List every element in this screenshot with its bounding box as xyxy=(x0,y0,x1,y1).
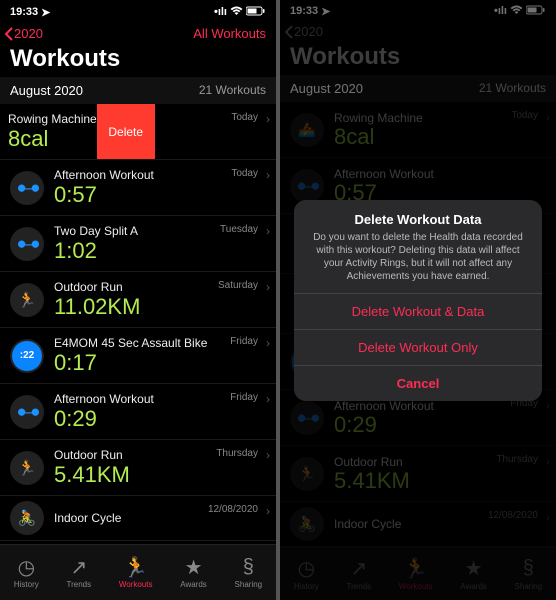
workout-name: Outdoor Run xyxy=(54,448,130,462)
workout-name: Rowing Machine xyxy=(8,112,97,126)
workout-item[interactable]: 🏃 Outdoor Run 11.02KM Saturday › xyxy=(0,272,276,328)
tab-workouts[interactable]: 🏃Workouts xyxy=(119,556,153,589)
workout-name: Indoor Cycle xyxy=(54,511,121,525)
dumbbell-icon: ●–● xyxy=(10,171,44,205)
chevron-right-icon: › xyxy=(266,224,270,238)
section-header: August 2020 21 Workouts xyxy=(0,77,276,104)
workout-item[interactable]: 🏃 Outdoor Run 5.41KM Thursday › xyxy=(0,440,276,496)
chevron-right-icon: › xyxy=(266,112,270,126)
page-title: Workouts xyxy=(10,45,266,73)
chevron-right-icon: › xyxy=(266,504,270,518)
battery-icon xyxy=(246,6,266,19)
phone-right: 19:33 ➤ •ılı 2020 Workouts August 2020 2… xyxy=(280,0,556,600)
run-icon: 🏃 xyxy=(10,283,44,317)
workout-name: Outdoor Run xyxy=(54,280,140,294)
delete-alert: Delete Workout Data Do you want to delet… xyxy=(294,200,542,401)
dumbbell-icon: ●–● xyxy=(10,395,44,429)
runner-icon: 🏃 xyxy=(123,556,148,578)
workout-day: Saturday xyxy=(218,280,258,291)
workout-item[interactable]: ●–● Two Day Split A 1:02 Tuesday › xyxy=(0,216,276,272)
back-button[interactable]: 2020 xyxy=(4,26,43,41)
chevron-left-icon xyxy=(4,27,14,41)
workout-name: Afternoon Workout xyxy=(54,168,154,182)
tab-trends[interactable]: ↗Trends xyxy=(67,556,92,589)
workout-metric: 8cal xyxy=(8,127,97,151)
back-label: 2020 xyxy=(14,26,43,41)
workout-name: E4MOM 45 Sec Assault Bike xyxy=(54,336,207,350)
workout-day: Thursday xyxy=(216,448,258,459)
phone-left: 19:33 ➤ •ılı 2020 All Workouts Workouts … xyxy=(0,0,276,600)
all-workouts-link[interactable]: All Workouts xyxy=(193,26,266,41)
workout-metric: 0:29 xyxy=(54,407,154,431)
chevron-right-icon: › xyxy=(266,336,270,350)
trends-icon: ↗ xyxy=(70,556,87,578)
alert-message: Do you want to delete the Health data re… xyxy=(294,229,542,293)
signal-icon: •ılı xyxy=(214,6,227,18)
chevron-right-icon: › xyxy=(266,392,270,406)
workout-item[interactable]: :22 E4MOM 45 Sec Assault Bike 0:17 Frida… xyxy=(0,328,276,384)
delete-workout-and-data-button[interactable]: Delete Workout & Data xyxy=(294,293,542,329)
workout-name: Afternoon Workout xyxy=(54,392,154,406)
workout-item[interactable]: ●–● Afternoon Workout 0:57 Today › xyxy=(0,160,276,216)
nav-bar: 2020 All Workouts xyxy=(0,24,276,43)
tab-sharing[interactable]: §Sharing xyxy=(235,556,263,589)
workout-item[interactable]: 🚴 Indoor Cycle 12/08/2020 › xyxy=(0,496,276,541)
workout-metric: 11.02KM xyxy=(54,295,140,319)
status-bar: 19:33 ➤ •ılı xyxy=(0,0,276,24)
wifi-icon xyxy=(230,6,243,19)
workout-metric: 0:57 xyxy=(54,183,154,207)
status-time: 19:33 xyxy=(10,6,38,18)
workout-day: Friday xyxy=(230,392,258,403)
star-icon: ★ xyxy=(185,556,203,578)
cycle-icon: 🚴 xyxy=(10,501,44,535)
delete-workout-only-button[interactable]: Delete Workout Only xyxy=(294,329,542,365)
location-icon: ➤ xyxy=(41,6,50,19)
workout-metric: 5.41KM xyxy=(54,463,130,487)
clock-icon: ◷ xyxy=(18,556,35,578)
workout-day: Tuesday xyxy=(220,224,258,235)
section-count: 21 Workouts xyxy=(199,83,266,98)
workout-day: Today xyxy=(231,112,258,123)
workout-day: 12/08/2020 xyxy=(208,504,258,515)
alert-title: Delete Workout Data xyxy=(294,200,542,229)
tab-history[interactable]: ◷History xyxy=(14,556,39,589)
workout-item[interactable]: Rowing Machine 8cal Today › Delete xyxy=(0,104,276,160)
workout-metric: 1:02 xyxy=(54,239,138,263)
tab-bar: ◷History ↗Trends 🏃Workouts ★Awards §Shar… xyxy=(0,544,276,600)
run-icon: 🏃 xyxy=(10,451,44,485)
workout-metric: 0:17 xyxy=(54,351,207,375)
title-row: Workouts xyxy=(0,43,276,77)
chevron-right-icon: › xyxy=(266,448,270,462)
workout-item[interactable]: ●–● Afternoon Workout 0:29 Friday › xyxy=(0,384,276,440)
workout-list[interactable]: Rowing Machine 8cal Today › Delete ●–● A… xyxy=(0,104,276,544)
workout-name: Two Day Split A xyxy=(54,224,138,238)
tab-awards[interactable]: ★Awards xyxy=(180,556,207,589)
timer-icon: :22 xyxy=(10,339,44,373)
workout-day: Friday xyxy=(230,336,258,347)
section-month: August 2020 xyxy=(10,83,83,98)
modal-overlay: Delete Workout Data Do you want to delet… xyxy=(280,0,556,600)
workout-day: Today xyxy=(231,168,258,179)
dumbbell-icon: ●–● xyxy=(10,227,44,261)
chevron-right-icon: › xyxy=(266,280,270,294)
sharing-icon: § xyxy=(243,556,254,578)
cancel-button[interactable]: Cancel xyxy=(294,365,542,401)
chevron-right-icon: › xyxy=(266,168,270,182)
delete-button[interactable]: Delete xyxy=(97,104,155,159)
